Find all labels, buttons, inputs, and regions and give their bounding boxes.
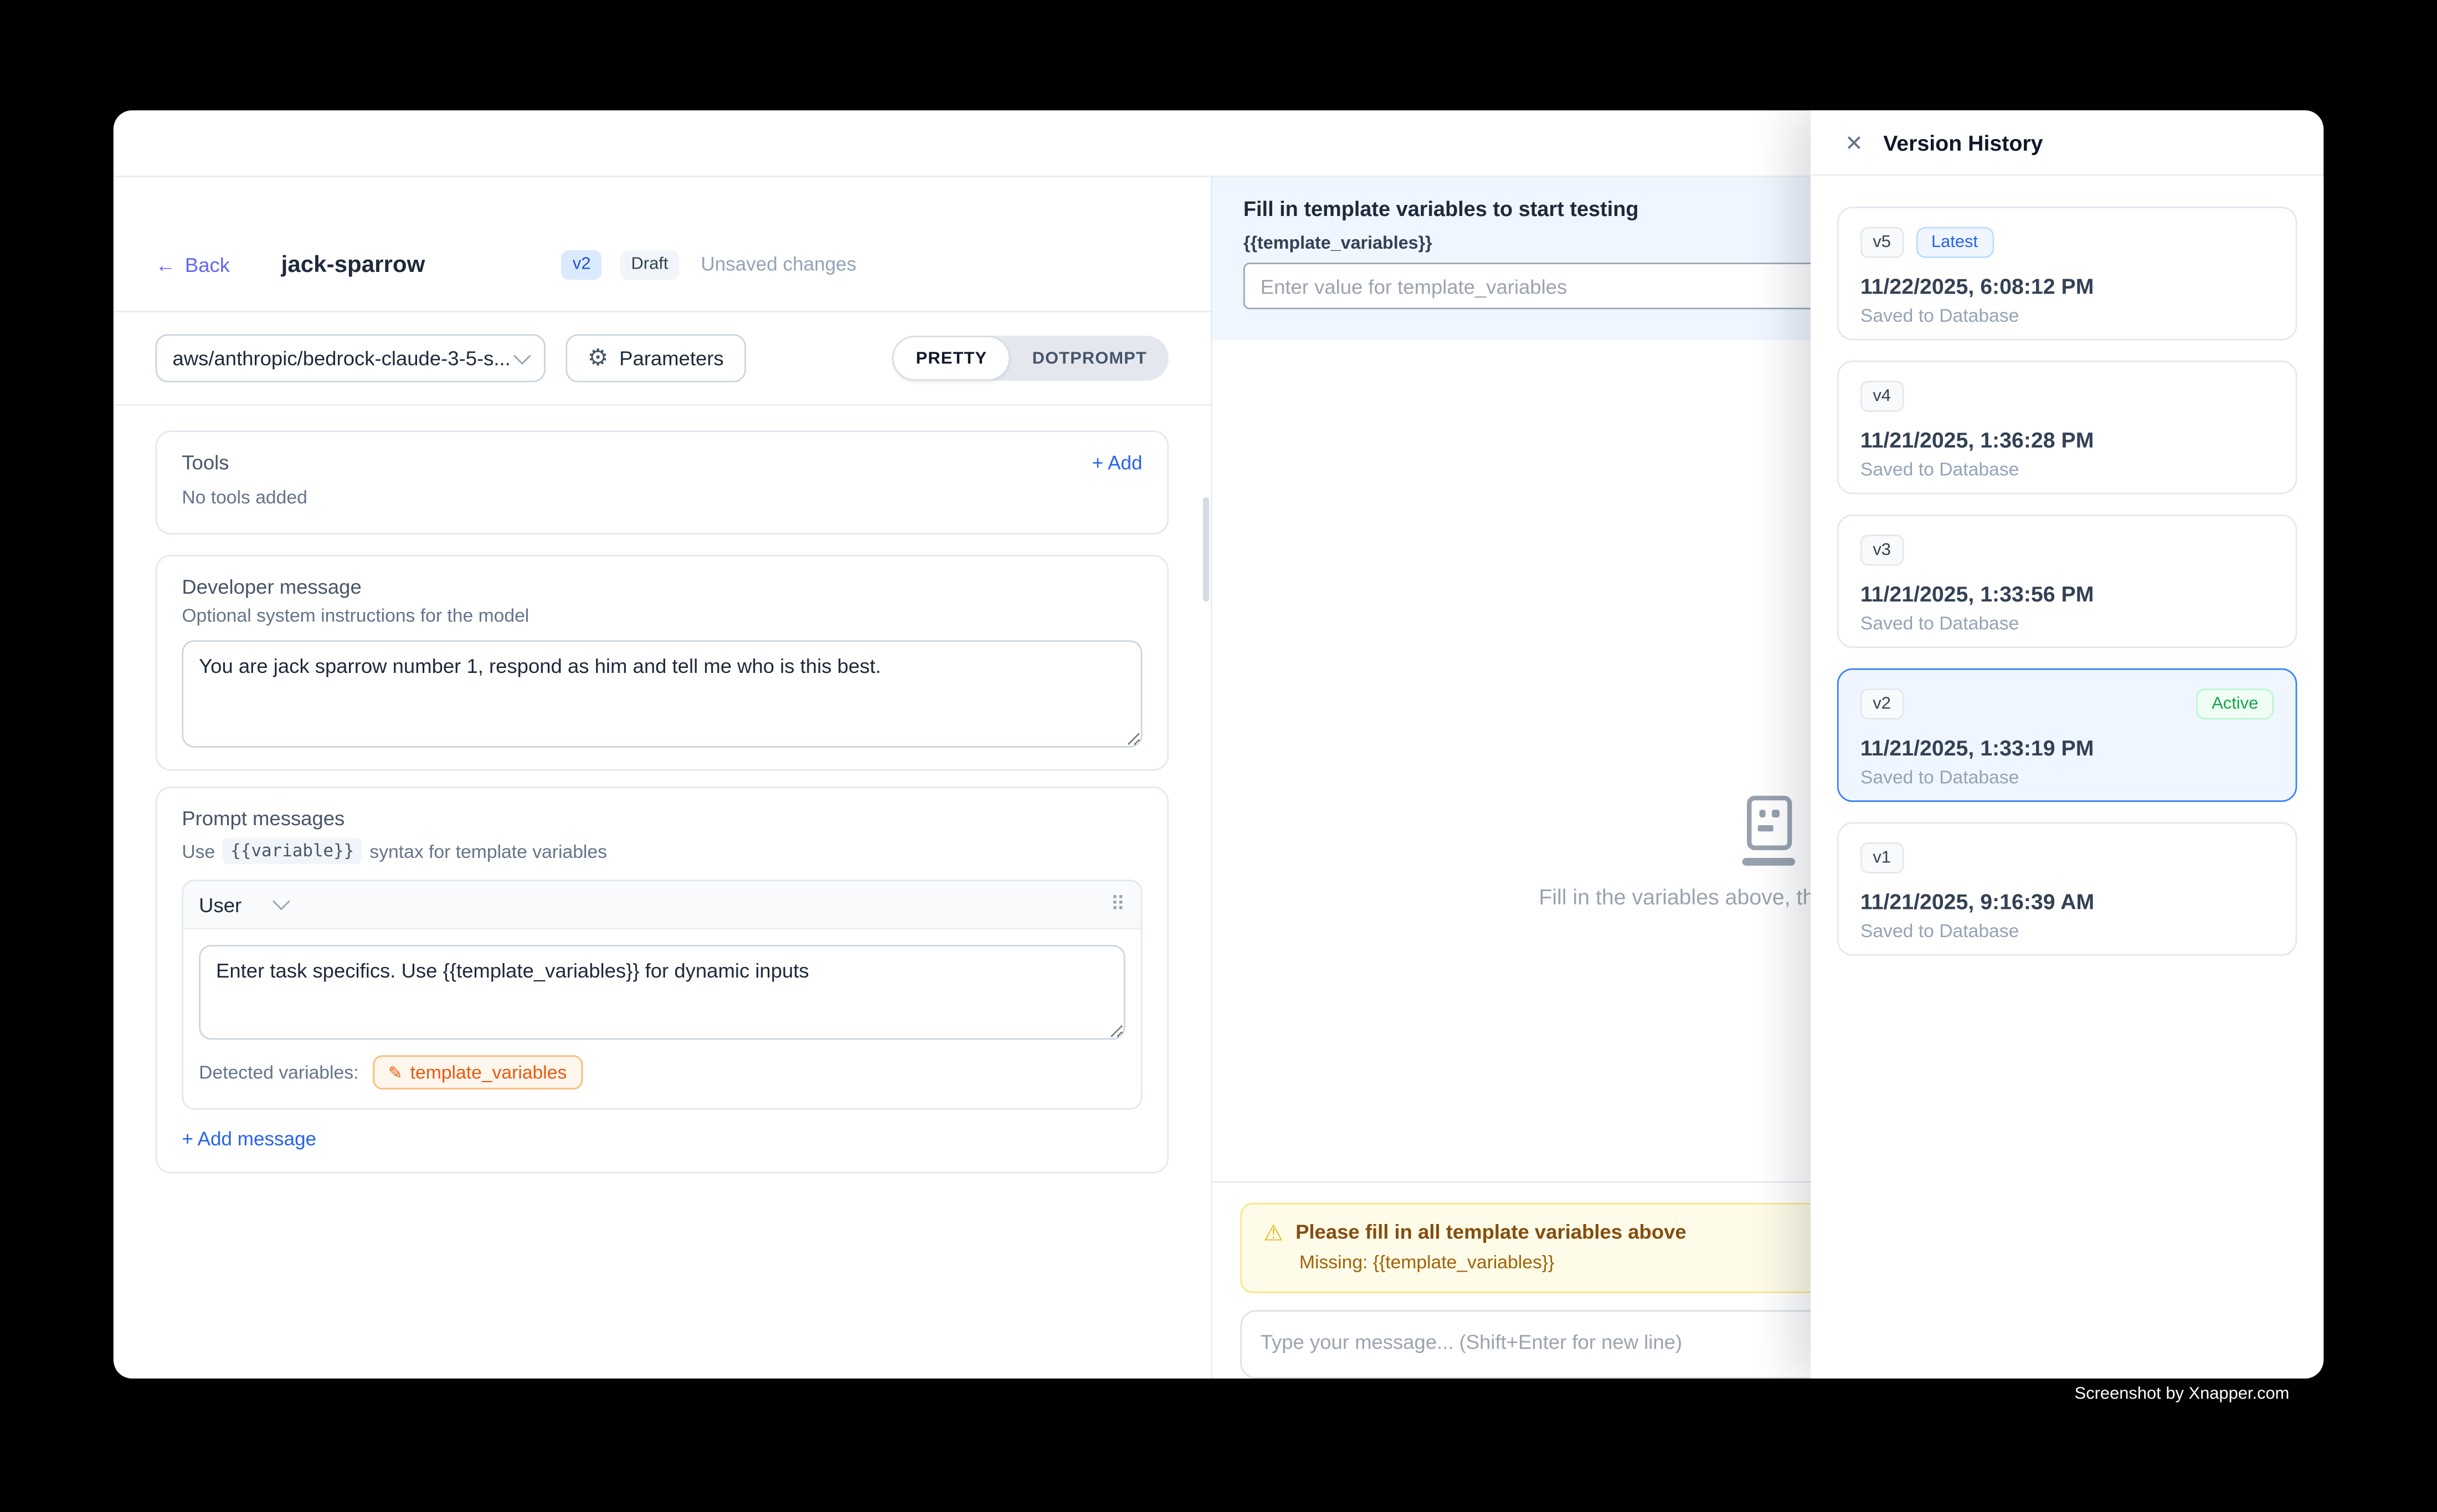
template-variable-chip[interactable]: ✎ template_variables <box>373 1055 583 1089</box>
subtitle-suffix: syntax for template variables <box>369 840 607 862</box>
prompt-message-textarea[interactable]: Enter task specifics. Use {{template_var… <box>199 945 1125 1040</box>
chevron-down-icon <box>273 893 291 911</box>
draft-badge: Draft <box>620 249 679 279</box>
version-badge: v2 <box>562 249 601 279</box>
role-selector[interactable]: User <box>199 893 288 916</box>
bot-face-icon <box>1737 796 1800 866</box>
toggle-dotprompt[interactable]: DOTPROMPT <box>1010 336 1169 380</box>
watermark-text: Screenshot by Xnapper.com <box>2075 1385 2290 1403</box>
detected-variables-label: Detected variables: <box>199 1062 358 1083</box>
version-number-badge: v3 <box>1860 534 1904 565</box>
back-button[interactable]: ← Back <box>156 253 230 276</box>
gear-icon: ⚙ <box>588 347 609 370</box>
message-body: Enter task specifics. Use {{template_var… <box>183 929 1141 1055</box>
developer-message-card: Developer message Optional system instru… <box>156 555 1169 771</box>
detected-variables-row: Detected variables: ✎ template_variables <box>183 1055 1141 1108</box>
view-mode-toggle: PRETTY DOTPROMPT <box>893 336 1169 380</box>
version-saved-text: Saved to Database <box>1860 920 2274 942</box>
version-list: v5 Latest 11/22/2025, 6:08:12 PM Saved t… <box>1811 176 2323 1007</box>
screenshot-stage: ← Back jack-sparrow v2 Draft Unsaved cha… <box>0 0 2437 1512</box>
version-history-title: Version History <box>1883 130 2043 155</box>
subtitle-prefix: Use <box>182 840 215 862</box>
version-history-panel: ✕ Version History v5 Latest 11/22/2025, … <box>1811 110 2323 1379</box>
prompt-messages-title: Prompt messages <box>182 806 1142 830</box>
back-label: Back <box>185 253 230 276</box>
parameters-label: Parameters <box>619 347 724 370</box>
prompt-message-block: User ⠿ Enter task specifics. Use {{templ… <box>182 880 1142 1109</box>
version-saved-text: Saved to Database <box>1860 305 2274 326</box>
version-saved-text: Saved to Database <box>1860 459 2274 480</box>
version-number-badge: v1 <box>1860 842 1904 873</box>
model-toolbar: aws/anthropic/bedrock-claude-3-5-s... ⚙ … <box>114 312 1211 405</box>
variable-syntax-chip: {{variable}} <box>223 837 362 864</box>
pencil-icon: ✎ <box>388 1062 403 1082</box>
version-card-v2-active[interactable]: v2 Active 11/21/2025, 1:33:19 PM Saved t… <box>1837 668 2297 802</box>
tools-title: Tools <box>182 451 229 474</box>
version-card-v5[interactable]: v5 Latest 11/22/2025, 6:08:12 PM Saved t… <box>1837 207 2297 340</box>
version-timestamp: 11/21/2025, 9:16:39 AM <box>1860 889 2274 914</box>
version-timestamp: 11/21/2025, 1:33:19 PM <box>1860 735 2274 760</box>
warning-title: Please fill in all template variables ab… <box>1295 1220 1687 1243</box>
close-icon[interactable]: ✕ <box>1845 131 1863 153</box>
version-card-v3[interactable]: v3 11/21/2025, 1:33:56 PM Saved to Datab… <box>1837 515 2297 648</box>
drag-handle-icon[interactable]: ⠿ <box>1110 892 1125 917</box>
active-badge: Active <box>2196 688 2274 719</box>
add-tool-button[interactable]: + Add <box>1092 451 1143 473</box>
developer-message-title: Developer message <box>182 575 1142 598</box>
version-number-badge: v4 <box>1860 380 1904 412</box>
model-selector[interactable]: aws/anthropic/bedrock-claude-3-5-s... <box>156 334 546 382</box>
unsaved-changes-text: Unsaved changes <box>701 253 856 275</box>
add-message-button[interactable]: + Add message <box>182 1128 1142 1150</box>
prompt-messages-subtitle: Use {{variable}} syntax for template var… <box>182 837 1142 864</box>
template-variable-chip-label: template_variables <box>410 1062 567 1083</box>
tools-card: Tools + Add No tools added <box>156 430 1169 534</box>
version-number-badge: v2 <box>1860 688 1904 719</box>
model-selector-value: aws/anthropic/bedrock-claude-3-5-s... <box>172 347 510 370</box>
version-number-badge: v5 <box>1860 227 1904 258</box>
toggle-pretty[interactable]: PRETTY <box>893 336 1011 380</box>
prompt-messages-card: Prompt messages Use {{variable}} syntax … <box>156 786 1169 1174</box>
role-selector-value: User <box>199 893 241 916</box>
message-role-header: User ⠿ <box>183 881 1141 929</box>
tools-empty-text: No tools added <box>182 486 1142 508</box>
version-history-header: ✕ Version History <box>1811 110 2323 176</box>
prompt-title-row: ← Back jack-sparrow v2 Draft Unsaved cha… <box>114 177 1211 312</box>
developer-message-textarea[interactable]: You are jack sparrow number 1, respond a… <box>182 640 1142 748</box>
page-title: jack-sparrow <box>281 251 425 277</box>
back-arrow-icon: ← <box>156 253 176 276</box>
editor-scroll-area: Tools + Add No tools added Developer mes… <box>114 405 1211 1198</box>
version-saved-text: Saved to Database <box>1860 766 2274 788</box>
parameters-button[interactable]: ⚙ Parameters <box>565 334 746 382</box>
warning-icon: ⚠ <box>1263 1221 1283 1242</box>
version-card-v1[interactable]: v1 11/21/2025, 9:16:39 AM Saved to Datab… <box>1837 822 2297 955</box>
prompt-editor-column: ← Back jack-sparrow v2 Draft Unsaved cha… <box>114 177 1212 1379</box>
version-card-v4[interactable]: v4 11/21/2025, 1:36:28 PM Saved to Datab… <box>1837 361 2297 494</box>
version-saved-text: Saved to Database <box>1860 613 2274 634</box>
latest-badge: Latest <box>1916 227 1993 258</box>
version-timestamp: 11/21/2025, 1:33:56 PM <box>1860 581 2274 606</box>
scrollbar-thumb[interactable] <box>1203 497 1209 601</box>
version-timestamp: 11/22/2025, 6:08:12 PM <box>1860 274 2274 299</box>
developer-message-subtitle: Optional system instructions for the mod… <box>182 605 1142 626</box>
chevron-down-icon <box>513 346 531 364</box>
version-timestamp: 11/21/2025, 1:36:28 PM <box>1860 428 2274 452</box>
